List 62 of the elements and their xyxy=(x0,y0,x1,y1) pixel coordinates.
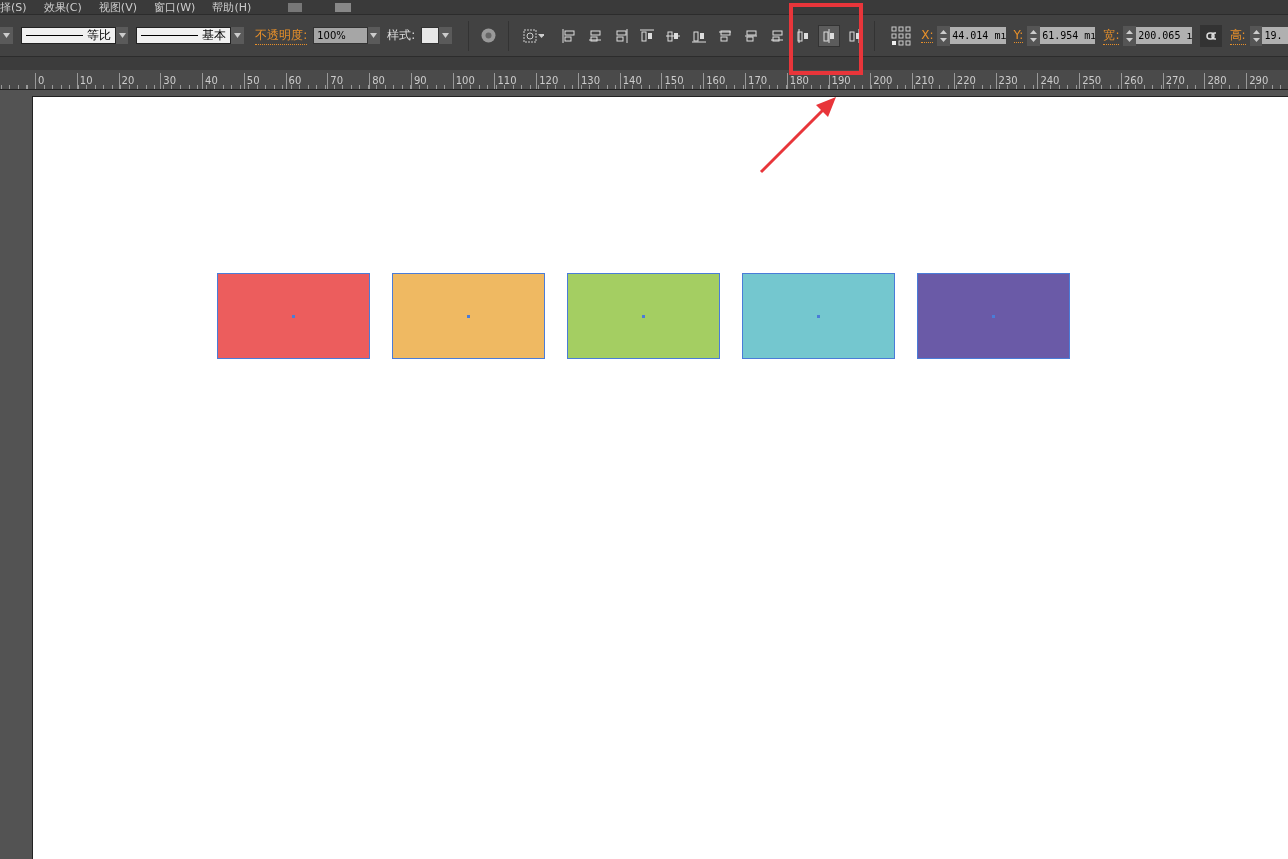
value-field[interactable]: 61.954 mı xyxy=(1040,27,1096,44)
ruler-label: 180 xyxy=(786,73,829,89)
color-rectangle[interactable] xyxy=(917,273,1070,359)
ruler-label: 70 xyxy=(327,73,370,89)
ruler-label: 160 xyxy=(703,73,745,89)
ruler-label: 270 xyxy=(1162,73,1205,89)
spinner-icon[interactable] xyxy=(1249,25,1263,46)
value-field[interactable]: 200.065 ı xyxy=(1136,27,1192,44)
ruler-label: 10 xyxy=(76,73,119,89)
ruler-label: 190 xyxy=(828,73,871,89)
ruler-label: 170 xyxy=(745,73,787,89)
ruler-label: 280 xyxy=(1204,73,1247,89)
menu-item[interactable]: 效果(C) xyxy=(43,0,82,14)
ruler-label: 60 xyxy=(285,73,328,89)
ruler-label: 250 xyxy=(1079,73,1121,89)
ruler-label: 0 xyxy=(35,73,77,89)
field-label[interactable]: Y: xyxy=(1013,28,1024,43)
color-rectangle[interactable] xyxy=(567,273,720,359)
field-label[interactable]: 宽: xyxy=(1103,26,1120,45)
ruler-label: 80 xyxy=(369,73,411,89)
ruler-label: 200 xyxy=(870,73,913,89)
field-label[interactable]: X: xyxy=(921,28,934,43)
menu-item[interactable]: 视图(V) xyxy=(98,0,137,14)
ruler-label: 50 xyxy=(243,73,286,89)
color-rectangle[interactable] xyxy=(217,273,370,359)
ruler-label: 210 xyxy=(912,73,954,89)
color-rectangle[interactable] xyxy=(742,273,895,359)
brush-dropdown[interactable]: 基本 xyxy=(136,27,232,44)
style-swatch[interactable] xyxy=(421,27,440,44)
menu-item[interactable]: 择(S) xyxy=(0,0,27,14)
value-field[interactable]: 19. xyxy=(1262,27,1288,44)
ruler-label: 290 xyxy=(1246,73,1288,89)
ruler-label: 40 xyxy=(202,73,244,89)
field-label[interactable]: 高: xyxy=(1229,26,1246,45)
ruler-label: 140 xyxy=(619,73,662,89)
color-rectangle[interactable] xyxy=(392,273,545,359)
opacity-field[interactable]: 100% xyxy=(313,27,368,44)
spinner-icon[interactable] xyxy=(1027,25,1041,46)
value-field[interactable]: 44.014 mı xyxy=(950,27,1006,44)
ruler-label: 100 xyxy=(452,73,495,89)
stroke-profile-dropdown[interactable]: 等比 xyxy=(20,27,116,44)
ruler-label: 230 xyxy=(995,73,1038,89)
ruler-label: 150 xyxy=(661,73,704,89)
ruler-label: 220 xyxy=(953,73,996,89)
ruler-label: 110 xyxy=(494,73,537,89)
ruler-label: 20 xyxy=(118,73,161,89)
spinner-icon[interactable] xyxy=(937,25,951,46)
link-icon[interactable] xyxy=(1199,24,1222,47)
menu-item[interactable]: 窗口(W) xyxy=(153,0,196,14)
ruler-label: 260 xyxy=(1120,73,1163,89)
recolor-icon[interactable] xyxy=(480,28,496,43)
spinner-icon[interactable] xyxy=(1123,25,1137,46)
opacity-label[interactable]: 不透明度: xyxy=(255,26,308,45)
ruler-label: 240 xyxy=(1037,73,1080,89)
ruler-label: 120 xyxy=(536,73,578,89)
menu-item[interactable]: 帮助(H) xyxy=(212,0,252,14)
align-to-selection-icon[interactable] xyxy=(522,28,545,43)
style-label: 样式: xyxy=(387,27,416,44)
ruler-label: 130 xyxy=(577,73,620,89)
ruler-label: 30 xyxy=(160,73,203,89)
reference-point-icon[interactable] xyxy=(891,25,912,46)
ruler-label: 90 xyxy=(410,73,453,89)
